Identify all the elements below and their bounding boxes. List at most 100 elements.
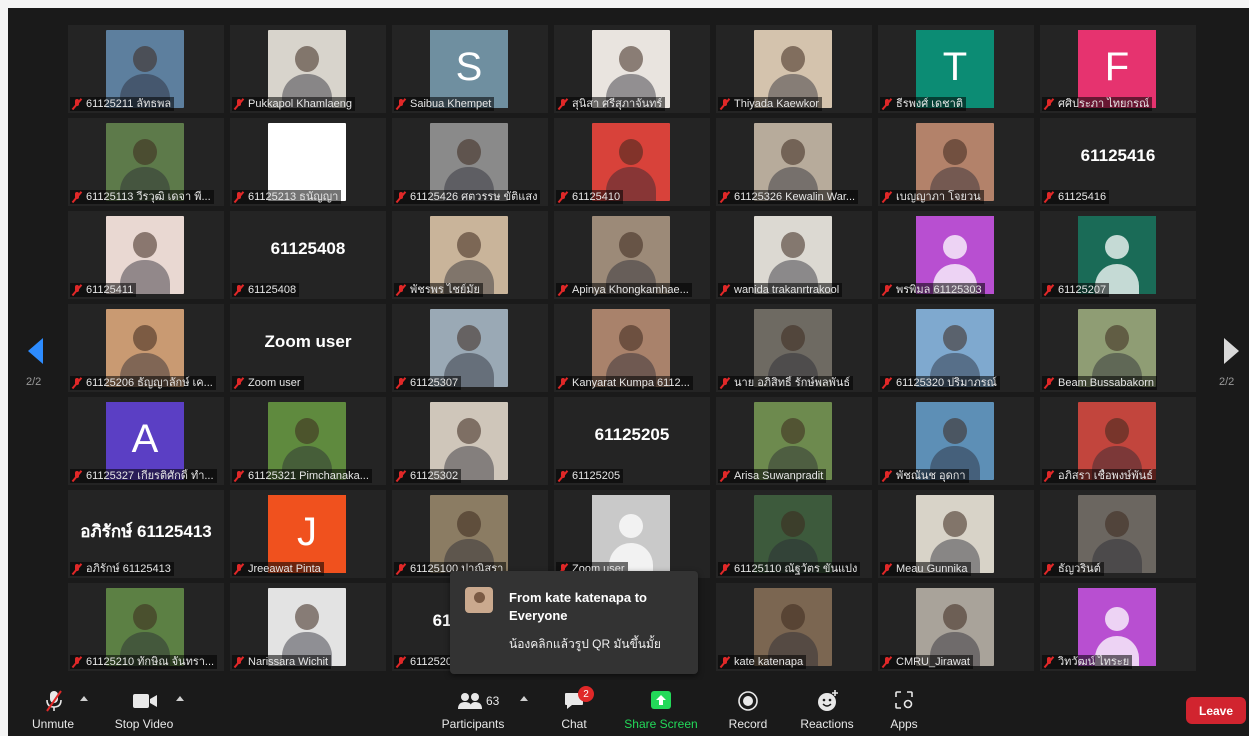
participant-name-tag: 61125320 ปริมาภรณ์ [880, 376, 1000, 390]
muted-microphone-icon [558, 377, 568, 389]
participant-tile[interactable]: Arisa Suwanpradit [716, 397, 872, 485]
participant-tile[interactable]: 61125410 [554, 118, 710, 206]
person-silhouette-head [619, 325, 643, 351]
participant-name-tag: อภิสรา เชื้อพงษ์พันธ์ [1042, 469, 1156, 483]
participant-tile[interactable]: 61125100 ปาณิสรา [392, 490, 548, 578]
chat-unread-badge: 2 [578, 686, 594, 702]
participant-tile[interactable]: พัชณันช อุดกา [878, 397, 1034, 485]
participant-name-tag: ธัญวรินต์ [1042, 562, 1104, 576]
participant-name: ธัญวรินต์ [1058, 563, 1101, 575]
muted-microphone-icon [72, 191, 82, 203]
participant-tile[interactable]: Meau Gunnika [878, 490, 1034, 578]
chat-button[interactable]: 2 Chat [556, 686, 594, 736]
share-screen-button[interactable]: Share Screen [624, 688, 698, 736]
participant-tile[interactable]: 61125408 61125408 [230, 211, 386, 299]
participant-tile[interactable]: Pukkapol Khamlaeng [230, 25, 386, 113]
participant-name: 61125416 [1058, 191, 1107, 203]
participant-tile[interactable]: ธัญวรินต์ [1040, 490, 1196, 578]
participant-tile[interactable]: J Jreeawat Pinta [230, 490, 386, 578]
stop-video-button[interactable]: Stop Video [114, 688, 174, 736]
muted-microphone-icon [882, 191, 892, 203]
record-button[interactable]: Record [724, 688, 772, 736]
audio-options-chevron-icon[interactable] [80, 696, 88, 701]
participant-tile[interactable]: S Saibua Khempet [392, 25, 548, 113]
participant-tile[interactable]: 61125321 Pimchanaka... [230, 397, 386, 485]
participant-tile[interactable]: 61125110 ณัฐวัตร ขันแปง [716, 490, 872, 578]
participant-name: 61125110 ณัฐวัตร ขันแปง [734, 563, 858, 575]
participant-tile[interactable]: วิทวัฒน์ ไทระย [1040, 583, 1196, 671]
participant-tile[interactable]: Kanyarat Kumpa 6112... [554, 304, 710, 392]
participant-tile[interactable]: 61125326 Kewalin War... [716, 118, 872, 206]
participants-options-chevron-icon[interactable] [520, 696, 528, 701]
participant-tile[interactable]: นาย อภิสิทธิ์ รักษ์พลพันธ์ [716, 304, 872, 392]
participant-tile[interactable]: 61125210 ทักษิณ จันทรา... [68, 583, 224, 671]
participant-display-name-large: Zoom user [264, 332, 352, 351]
participant-tile[interactable]: Thiyada Kaewkor [716, 25, 872, 113]
chat-notification[interactable]: From kate katenapa to Everyone น้องคลิกแ… [450, 571, 698, 674]
participant-tile[interactable]: 61125211 ลัทธพล [68, 25, 224, 113]
participant-tile[interactable]: T ธีรพงศ์ เดชาติ [878, 25, 1034, 113]
participant-name-tag: ธีรพงศ์ เดชาติ [880, 97, 966, 111]
participant-name-tag: เบญญาภา โจยวน [880, 190, 984, 204]
participant-tile[interactable]: อภิรักษ์ 61125413 อภิรักษ์ 61125413 [68, 490, 224, 578]
participant-name: Apinya Khongkamhae... [572, 284, 689, 296]
participant-tile[interactable]: 61125206 ธัญญาลักษ์ เค... [68, 304, 224, 392]
person-silhouette-head [1105, 418, 1129, 444]
avatar-head [943, 235, 967, 259]
person-silhouette-head [619, 232, 643, 258]
leave-button[interactable]: Leave [1186, 697, 1246, 724]
person-silhouette-head [781, 46, 805, 72]
participant-tile[interactable]: อภิสรา เชื้อพงษ์พันธ์ [1040, 397, 1196, 485]
previous-page-arrow-icon[interactable] [28, 338, 43, 364]
participant-tile[interactable]: kate katenapa [716, 583, 872, 671]
participant-name-tag: 61125113 วีรวุฒิ เดจา พี... [70, 190, 214, 204]
participant-tile[interactable]: 61125213 ธนัญญา [230, 118, 386, 206]
participant-name-tag: 61125302 [394, 469, 462, 483]
next-page-arrow-icon[interactable] [1224, 338, 1239, 364]
participant-name: kate katenapa [734, 656, 804, 668]
participant-tile[interactable]: F ศศิประภา ไทยกรณ์ [1040, 25, 1196, 113]
participant-tile[interactable]: 61125205 61125205 [554, 397, 710, 485]
unmute-label: Unmute [31, 717, 75, 731]
reactions-button[interactable]: Reactions [798, 688, 856, 736]
participant-name: อภิสรา เชื้อพงษ์พันธ์ [1058, 470, 1153, 482]
participant-tile[interactable]: พัชรพร ไชย์มัย [392, 211, 548, 299]
participant-tile[interactable]: พรพิมล 61125303 [878, 211, 1034, 299]
participant-tile[interactable]: 61125426 ศตวรรษ ขัติแสง [392, 118, 548, 206]
participants-button[interactable]: 63 Participants [440, 688, 506, 736]
participant-tile[interactable]: 61125411 [68, 211, 224, 299]
apps-label: Apps [890, 717, 918, 731]
unmute-button[interactable]: Unmute [30, 688, 76, 736]
participant-tile[interactable]: 61125302 [392, 397, 548, 485]
participant-tile[interactable]: 61125113 วีรวุฒิ เดจา พี... [68, 118, 224, 206]
person-silhouette-head [133, 232, 157, 258]
person-silhouette-head [781, 418, 805, 444]
muted-microphone-icon [234, 656, 244, 668]
muted-microphone-icon [720, 470, 730, 482]
participants-count: 63 [486, 694, 500, 708]
participant-tile[interactable]: 61125207 [1040, 211, 1196, 299]
chat-notification-message: น้องคลิกแล้วรูป QR มันขึ้นมั้ย [509, 637, 661, 651]
participant-tile[interactable]: Zoom user [554, 490, 710, 578]
participant-tile[interactable]: wanida trakanrtrakool [716, 211, 872, 299]
reactions-label: Reactions [800, 717, 854, 731]
page-indicator-left: 2/2 [26, 376, 42, 388]
participant-tile[interactable]: Apinya Khongkamhae... [554, 211, 710, 299]
participant-tile[interactable]: CMRU_Jirawat [878, 583, 1034, 671]
avatar-head [1105, 607, 1129, 631]
participant-tile[interactable]: เบญญาภา โจยวน [878, 118, 1034, 206]
participant-tile[interactable]: สุนิสา ศรีสุภาจันทร์ [554, 25, 710, 113]
participant-tile[interactable]: Beam Bussabakorn [1040, 304, 1196, 392]
muted-microphone-icon [234, 98, 244, 110]
participant-tile[interactable]: 61125416 61125416 [1040, 118, 1196, 206]
participant-name: เบญญาภา โจยวน [896, 191, 981, 203]
participant-tile[interactable]: Narissara Wichit [230, 583, 386, 671]
participant-tile[interactable]: 61125320 ปริมาภรณ์ [878, 304, 1034, 392]
video-options-chevron-icon[interactable] [176, 696, 184, 701]
person-silhouette-head [943, 604, 967, 630]
video-camera-icon [133, 694, 157, 708]
participant-tile[interactable]: 61125307 [392, 304, 548, 392]
participant-tile[interactable]: A 61125327 เกียรติศักดิ์ ทำ... [68, 397, 224, 485]
participant-tile[interactable]: Zoom user Zoom user [230, 304, 386, 392]
apps-button[interactable]: Apps [886, 688, 922, 736]
